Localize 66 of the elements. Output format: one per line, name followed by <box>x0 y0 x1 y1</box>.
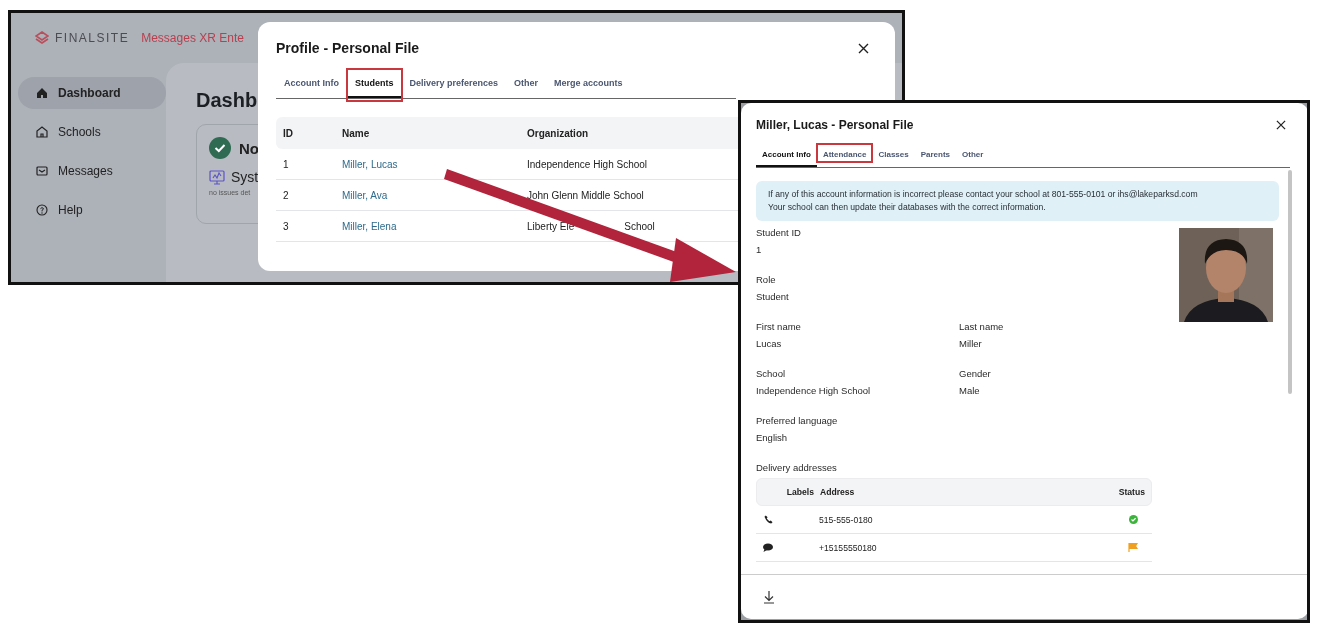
column-header: Status <box>1117 487 1146 497</box>
table-cell: School <box>624 220 655 232</box>
column-header: Address <box>820 487 856 497</box>
dialog-title: Miller, Lucas - Personal File <box>756 118 914 132</box>
field-value: Lucas <box>756 337 783 351</box>
tab[interactable]: Classes <box>872 146 915 167</box>
column-header: Labels <box>785 487 815 497</box>
tab[interactable]: Attendance <box>816 146 873 167</box>
tab[interactable]: Delivery preferences <box>401 72 507 98</box>
tab[interactable]: Students <box>347 72 402 98</box>
tab[interactable]: Account Info <box>756 146 817 167</box>
logo-icon <box>35 31 49 45</box>
scrollbar[interactable] <box>1288 170 1292 394</box>
tab[interactable]: Other <box>506 72 547 98</box>
table-cell-text: 3 <box>283 220 290 232</box>
column-header: ID <box>283 127 294 139</box>
table-cell-text: 2 <box>283 189 290 201</box>
logo-text: FINALSITE <box>55 31 130 45</box>
sidebar-item[interactable]: Dashboard <box>18 77 166 109</box>
page-title: Dashb <box>196 89 259 112</box>
column-header: Organization <box>527 127 590 139</box>
section-label: Delivery addresses <box>756 461 838 475</box>
field-label: School <box>756 367 787 381</box>
field-value: Male <box>959 384 981 398</box>
field-value: Independence High School <box>756 384 872 398</box>
help-icon <box>36 204 48 216</box>
sidebar-item[interactable]: Help <box>18 194 166 226</box>
field-value: Student <box>756 290 790 304</box>
download-icon[interactable] <box>763 590 775 604</box>
column-header: Name <box>342 127 371 139</box>
table-cell: John Glenn Middle School <box>527 189 644 201</box>
close-icon[interactable] <box>1276 120 1286 130</box>
field-value: English <box>756 431 789 445</box>
home-icon <box>36 87 48 99</box>
field-label: Gender <box>959 367 992 381</box>
student-link[interactable]: Miller, Ava <box>342 189 527 201</box>
check-circle-icon <box>209 137 231 159</box>
tab[interactable]: Parents <box>914 146 957 167</box>
field-label: First name <box>756 320 802 334</box>
info-text: Your school can then update their databases with the correct information. <box>768 201 1047 214</box>
monitor-icon <box>209 169 225 185</box>
mail-icon <box>36 165 48 177</box>
field-value: Miller <box>959 337 983 351</box>
building-icon <box>36 126 48 138</box>
product-name: Messages XR Ente <box>141 31 244 45</box>
field-label: Preferred language <box>756 414 839 428</box>
field-value: 1 <box>756 243 763 257</box>
tab[interactable]: Account Info <box>276 72 347 98</box>
dialog-title: Profile - Personal File <box>276 40 420 56</box>
field-label: Student ID <box>756 226 802 240</box>
field-label: Role <box>756 273 777 287</box>
table-cell-text: 1 <box>283 158 290 170</box>
field-label: Last name <box>959 320 1005 334</box>
sidebar-item[interactable]: Messages <box>18 155 166 187</box>
table-cell-text: 515-555-0180 <box>819 514 874 525</box>
close-icon[interactable] <box>858 42 869 54</box>
tab[interactable]: Merge accounts <box>546 72 631 98</box>
tab[interactable]: Other <box>956 146 990 167</box>
table-cell: Independence High School <box>527 158 648 170</box>
table-cell-text: +15155550180 <box>819 542 878 553</box>
status-item: Syst <box>231 169 259 185</box>
student-link[interactable]: Miller, Elena <box>342 220 527 232</box>
sidebar-item[interactable]: Schools <box>18 116 166 148</box>
student-link[interactable]: Miller, Lucas <box>342 158 527 170</box>
info-text: If any of this account information is incorrect please contact your school at 801-555-0101 or ihs@lakeparksd.com <box>768 188 1199 201</box>
card-title: No <box>239 139 259 157</box>
